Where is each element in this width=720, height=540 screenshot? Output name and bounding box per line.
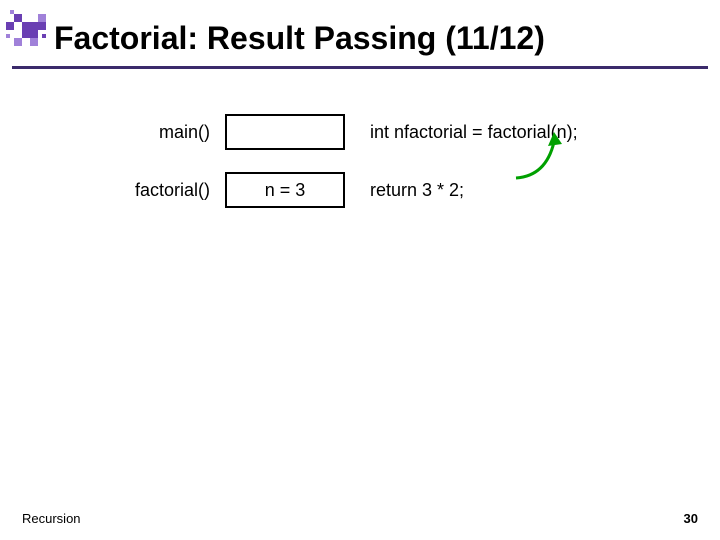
function-label: main() [0, 122, 210, 143]
code-line: return 3 * 2; [370, 180, 464, 201]
footer-label: Recursion [22, 511, 81, 526]
code-line: int nfactorial = factorial(n); [370, 122, 578, 143]
function-label: factorial() [0, 180, 210, 201]
stack-row-main: main() int nfactorial = factorial(n); [0, 110, 720, 168]
slide-title: Factorial: Result Passing (11/12) [54, 20, 700, 57]
stack-row-factorial: factorial() n = 3 return 3 * 2; [0, 168, 720, 226]
content-area: main() int nfactorial = factorial(n); fa… [0, 110, 720, 226]
page-number: 30 [684, 511, 698, 526]
slide: Factorial: Result Passing (11/12) main()… [0, 0, 720, 540]
stack-frame-box [225, 114, 345, 150]
logo-icon [6, 6, 54, 54]
stack-frame-box: n = 3 [225, 172, 345, 208]
title-underline [12, 66, 708, 69]
